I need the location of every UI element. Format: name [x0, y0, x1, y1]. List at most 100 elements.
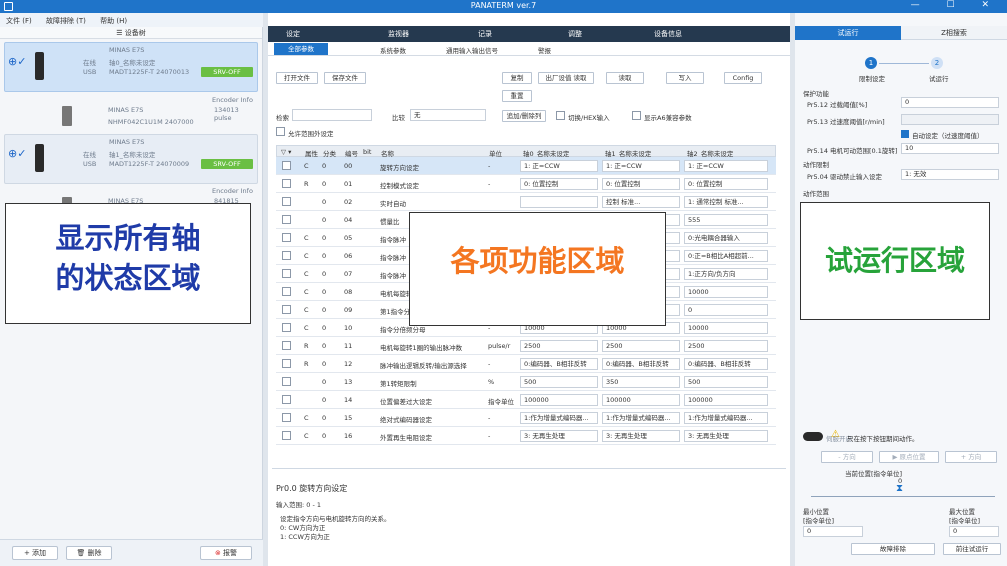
- axis2-value[interactable]: 0:光电耦合器输入: [684, 232, 768, 244]
- axis2-value[interactable]: 3: 无再生处理: [684, 430, 768, 442]
- axis1-value[interactable]: 0:编码器、B相非反转: [602, 358, 680, 370]
- add-remove-column-button[interactable]: 追加/删除列: [502, 110, 546, 122]
- row-checkbox[interactable]: [282, 215, 291, 224]
- axis2-value[interactable]: 100000: [684, 394, 768, 406]
- origin-button[interactable]: ▶ 原点位置: [879, 451, 939, 463]
- row-checkbox[interactable]: [282, 413, 291, 422]
- axis2-value[interactable]: 1:正方向/负方向: [684, 268, 768, 280]
- axis0-value[interactable]: 1: 正=CCW: [520, 160, 598, 172]
- row-checkbox[interactable]: [282, 287, 291, 296]
- axis1-value[interactable]: 3: 无再生处理: [602, 430, 680, 442]
- menu-troubleshoot[interactable]: 故障排除 (T): [46, 16, 86, 26]
- row-checkbox[interactable]: [282, 305, 291, 314]
- row-checkbox[interactable]: [282, 233, 291, 242]
- window-controls[interactable]: — ☐ ✕: [911, 0, 1001, 10]
- auto-checkbox[interactable]: [901, 130, 909, 138]
- row-checkbox[interactable]: [282, 377, 291, 386]
- axis1-value[interactable]: 350: [602, 376, 680, 388]
- axis0-value[interactable]: 1:作为增量式编码器...: [520, 412, 598, 424]
- troubleshoot-button[interactable]: 故障排除: [851, 543, 935, 555]
- axis2-value[interactable]: 0:正=B相比A相超前...: [684, 250, 768, 262]
- row-checkbox[interactable]: [282, 395, 291, 404]
- axis2-value[interactable]: 0: [684, 304, 768, 316]
- hex-checkbox[interactable]: [556, 111, 565, 120]
- minus-direction-button[interactable]: - 方向: [821, 451, 873, 463]
- servo-enable-toggle[interactable]: [803, 432, 823, 441]
- row-checkbox[interactable]: [282, 197, 291, 206]
- goto-trial-button[interactable]: 前往试运行: [943, 543, 1001, 555]
- axis0-value[interactable]: 100000: [520, 394, 598, 406]
- axis1-value[interactable]: 100000: [602, 394, 680, 406]
- axis0-value[interactable]: 3: 无再生处理: [520, 430, 598, 442]
- tab-z-search[interactable]: Z相搜索: [901, 26, 1007, 40]
- row-checkbox[interactable]: [282, 179, 291, 188]
- tab-monitor[interactable]: 监视器: [388, 29, 409, 39]
- table-row[interactable]: 0 02 实时自动 控制 标准... 1: 通常控制 标准...: [276, 193, 776, 211]
- row-checkbox[interactable]: [282, 251, 291, 260]
- menu-file[interactable]: 文件 (F): [6, 16, 32, 26]
- axis1-value[interactable]: 1:作为增量式编码器...: [602, 412, 680, 424]
- reset-button[interactable]: 重置: [502, 90, 532, 102]
- open-file-button[interactable]: 打开文件: [276, 72, 318, 84]
- axis0-value[interactable]: [520, 196, 598, 208]
- axis2-value[interactable]: 555: [684, 214, 768, 226]
- axis2-value[interactable]: 10000: [684, 286, 768, 298]
- subtab-alarm[interactable]: 警报: [538, 45, 551, 55]
- axis2-value[interactable]: 1:作为增量式编码器...: [684, 412, 768, 424]
- p514-input[interactable]: 10: [901, 143, 999, 154]
- subtab-system-params[interactable]: 系统参数: [380, 45, 406, 55]
- p504-select[interactable]: 1: 无效: [901, 169, 999, 180]
- axis2-value[interactable]: 1: 正=CCW: [684, 160, 768, 172]
- factory-read-button[interactable]: 出厂设值 读取: [538, 72, 594, 84]
- axis0-value[interactable]: 0:编码器、B相非反转: [520, 358, 598, 370]
- axis2-value[interactable]: 0:编码器、B相非反转: [684, 358, 768, 370]
- plus-direction-button[interactable]: + 方向: [945, 451, 997, 463]
- table-row[interactable]: C 0 00 旋转方向设定 -1: 正=CCW 1: 正=CCW 1: 正=CCW: [276, 157, 776, 175]
- axis2-value[interactable]: 0: 位置控制: [684, 178, 768, 190]
- out-of-range-checkbox[interactable]: [276, 127, 285, 136]
- axis1-value[interactable]: 控制 标准...: [602, 196, 680, 208]
- axis1-value[interactable]: 2500: [602, 340, 680, 352]
- axis2-value[interactable]: 2500: [684, 340, 768, 352]
- row-checkbox[interactable]: [282, 431, 291, 440]
- a6-checkbox[interactable]: [632, 111, 641, 120]
- row-checkbox[interactable]: [282, 161, 291, 170]
- axis0-value[interactable]: 2500: [520, 340, 598, 352]
- add-device-button[interactable]: + 添加: [12, 546, 58, 560]
- table-row[interactable]: R 0 11 电机每旋转1圈的输出脉冲数 pulse/r 2500 2500 2500: [276, 337, 776, 355]
- axis0-value[interactable]: 0: 位置控制: [520, 178, 598, 190]
- alarm-button[interactable]: ⊗ 报警: [200, 546, 252, 560]
- p512-input[interactable]: 0: [901, 97, 999, 108]
- row-checkbox[interactable]: [282, 341, 291, 350]
- row-checkbox[interactable]: [282, 323, 291, 332]
- copy-button[interactable]: 复制: [502, 72, 532, 84]
- p513-input[interactable]: [901, 114, 999, 125]
- tab-device-info[interactable]: 设备信息: [654, 29, 682, 39]
- table-row[interactable]: 0 14 位置偏差过大设定 指令单位 100000 100000 100000: [276, 391, 776, 409]
- menu-help[interactable]: 帮助 (H): [100, 16, 127, 26]
- table-row[interactable]: 0 13 第1转矩限制% 500 350 500: [276, 373, 776, 391]
- axis0-value[interactable]: 500: [520, 376, 598, 388]
- table-row[interactable]: C 0 16 外置再生电阻设定 - 3: 无再生处理 3: 无再生处理 3: 无再生处理: [276, 427, 776, 445]
- filter-icon[interactable]: ▽ ▾: [281, 148, 291, 156]
- read-button[interactable]: 读取: [606, 72, 644, 84]
- tab-tuning[interactable]: 调整: [568, 29, 582, 39]
- delete-device-button[interactable]: 🗑 删除: [66, 546, 112, 560]
- subtab-all-params[interactable]: 全部参数: [274, 43, 328, 55]
- min-pos-input[interactable]: 0: [803, 526, 863, 537]
- max-pos-input[interactable]: 0: [949, 526, 999, 537]
- table-row[interactable]: R 0 01 控制模式设定 - 0: 位置控制 0: 位置控制 0: 位置控制: [276, 175, 776, 193]
- axis2-value[interactable]: 10000: [684, 322, 768, 334]
- write-button[interactable]: 写入: [666, 72, 704, 84]
- tab-trial-run[interactable]: 试运行: [795, 26, 901, 40]
- axis1-value[interactable]: 1: 正=CCW: [602, 160, 680, 172]
- subtab-io-signals[interactable]: 通用输入输出信号: [446, 45, 498, 55]
- axis1-value[interactable]: 0: 位置控制: [602, 178, 680, 190]
- save-file-button[interactable]: 保存文件: [324, 72, 366, 84]
- row-checkbox[interactable]: [282, 269, 291, 278]
- config-button[interactable]: Config: [724, 72, 762, 84]
- compare-select[interactable]: 无: [410, 109, 486, 121]
- axis-card-1[interactable]: ⊕✓ MINAS E7S 在线 轴1_名称未设定 USB MADT1225F-T…: [4, 134, 258, 184]
- table-row[interactable]: R 0 12 脉冲输出逻辑反转/输出源选择 - 0:编码器、B相非反转 0:编码器、B相非反…: [276, 355, 776, 373]
- axis-card-0[interactable]: ⊕✓ MINAS E7S 在线 轴0_名称未设定 USB MADT1225F-T…: [4, 42, 258, 92]
